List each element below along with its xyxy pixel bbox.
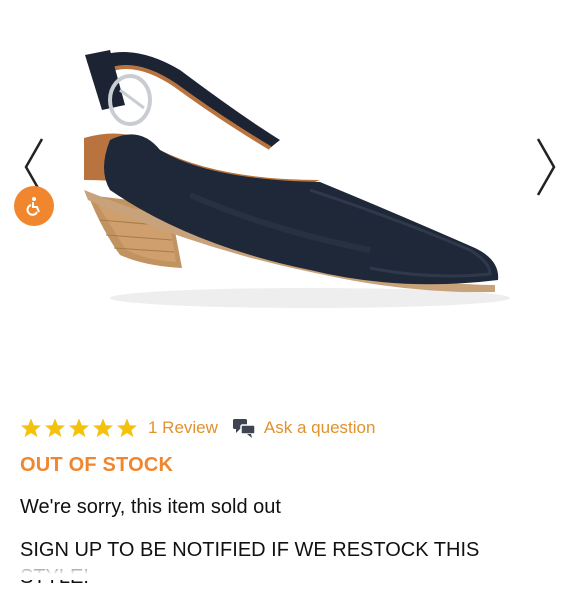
ask-question-link[interactable]: Ask a question (264, 418, 376, 438)
star-icon (68, 418, 90, 438)
reviews-link[interactable]: 1 Review (148, 418, 218, 438)
rating-row: 1 Review Ask a question (20, 414, 375, 442)
star-icon (44, 418, 66, 438)
bottom-fade (0, 560, 580, 580)
chat-bubbles-icon[interactable] (232, 417, 256, 439)
accessibility-icon (26, 197, 40, 216)
product-gallery (0, 0, 580, 400)
accessibility-button[interactable] (14, 186, 54, 226)
star-icon (20, 418, 42, 438)
product-image (84, 50, 510, 308)
star-rating (20, 417, 138, 439)
star-icon (116, 418, 138, 438)
sold-out-message: We're sorry, this item sold out (20, 496, 281, 518)
stock-status: OUT OF STOCK (20, 454, 174, 476)
star-icon (92, 418, 114, 438)
next-image-button[interactable] (530, 135, 560, 199)
